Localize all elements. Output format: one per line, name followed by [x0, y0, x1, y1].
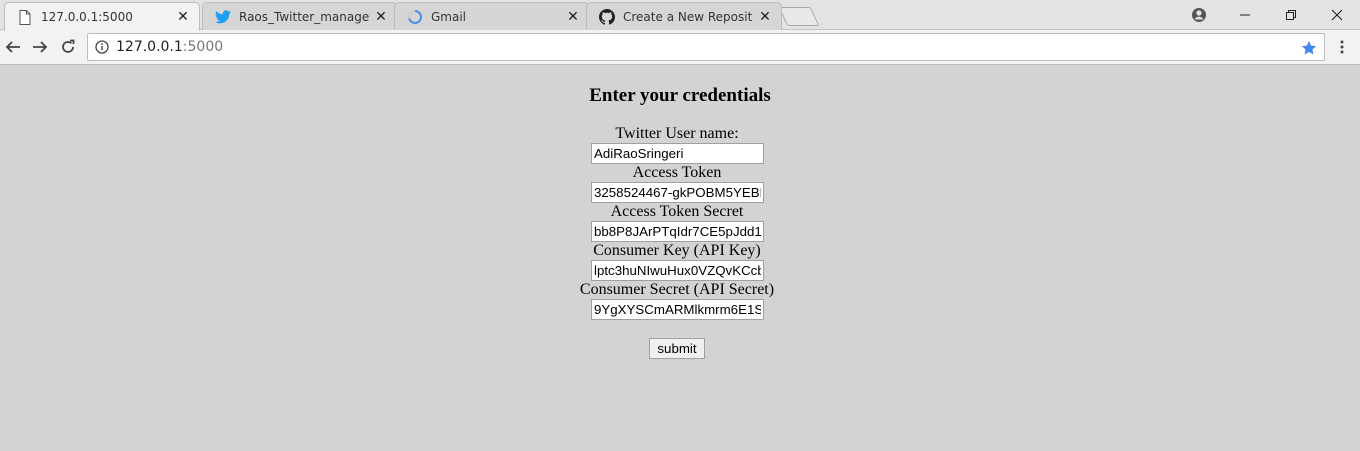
address-bar[interactable]: 127.0.0.1:5000 — [87, 33, 1325, 61]
tab-active-localhost[interactable]: 127.0.0.1:5000 ✕ — [4, 2, 200, 31]
access-token-secret-label: Access Token Secret — [610, 203, 744, 220]
close-icon[interactable]: ✕ — [373, 9, 389, 25]
restore-icon[interactable] — [1268, 0, 1314, 30]
close-window-icon[interactable] — [1314, 0, 1360, 30]
consumer-secret-input[interactable] — [591, 299, 764, 320]
consumer-secret-label: Consumer Secret (API Secret) — [579, 281, 775, 298]
close-icon[interactable]: ✕ — [565, 9, 581, 25]
twitter-username-label: Twitter User name: — [615, 125, 739, 142]
tab-title: Raos_Twitter_manager | T — [239, 9, 369, 24]
tab-title: 127.0.0.1:5000 — [41, 10, 133, 24]
access-token-input[interactable] — [591, 182, 764, 203]
tab-title: Create a New Repository — [623, 9, 753, 24]
document-icon — [17, 9, 33, 25]
page-heading: Enter your credentials — [589, 85, 771, 106]
forward-arrow-icon[interactable] — [27, 35, 53, 59]
tab-gmail[interactable]: Gmail ✕ — [394, 2, 590, 30]
url-text: 127.0.0.1:5000 — [116, 39, 223, 55]
url-host: 127.0.0.1 — [116, 39, 183, 55]
close-icon[interactable]: ✕ — [757, 9, 773, 25]
twitter-username-input[interactable] — [591, 143, 764, 164]
loading-spinner-icon — [407, 9, 423, 25]
new-tab-button[interactable] — [778, 7, 820, 26]
access-token-secret-input[interactable] — [591, 221, 764, 242]
close-icon[interactable]: ✕ — [175, 9, 191, 25]
page-content: Enter your credentials Twitter User name… — [0, 65, 1360, 451]
url-port: :5000 — [182, 39, 224, 55]
reload-icon[interactable] — [55, 35, 81, 59]
access-token-label: Access Token — [632, 164, 722, 181]
consumer-key-label: Consumer Key (API Key) — [593, 242, 761, 259]
back-arrow-icon[interactable] — [0, 35, 26, 59]
tab-title: Gmail — [431, 9, 467, 24]
profile-icon[interactable] — [1176, 0, 1222, 30]
twitter-icon — [215, 9, 231, 25]
kebab-menu-icon[interactable] — [1332, 35, 1352, 59]
info-icon[interactable] — [94, 39, 110, 55]
tab-strip: Raos_Twitter_manager | T ✕ Gmail ✕ Creat… — [0, 0, 1360, 31]
github-icon — [599, 8, 615, 25]
consumer-key-input[interactable] — [591, 260, 764, 281]
bookmark-star-icon[interactable] — [1300, 39, 1318, 57]
submit-button[interactable]: submit — [649, 338, 705, 359]
browser-toolbar: 127.0.0.1:5000 — [0, 30, 1360, 65]
tab-raos-twitter-manager[interactable]: Raos_Twitter_manager | T ✕ — [202, 2, 398, 30]
tab-create-repository[interactable]: Create a New Repository ✕ — [586, 2, 782, 30]
minimize-icon[interactable] — [1222, 0, 1268, 30]
